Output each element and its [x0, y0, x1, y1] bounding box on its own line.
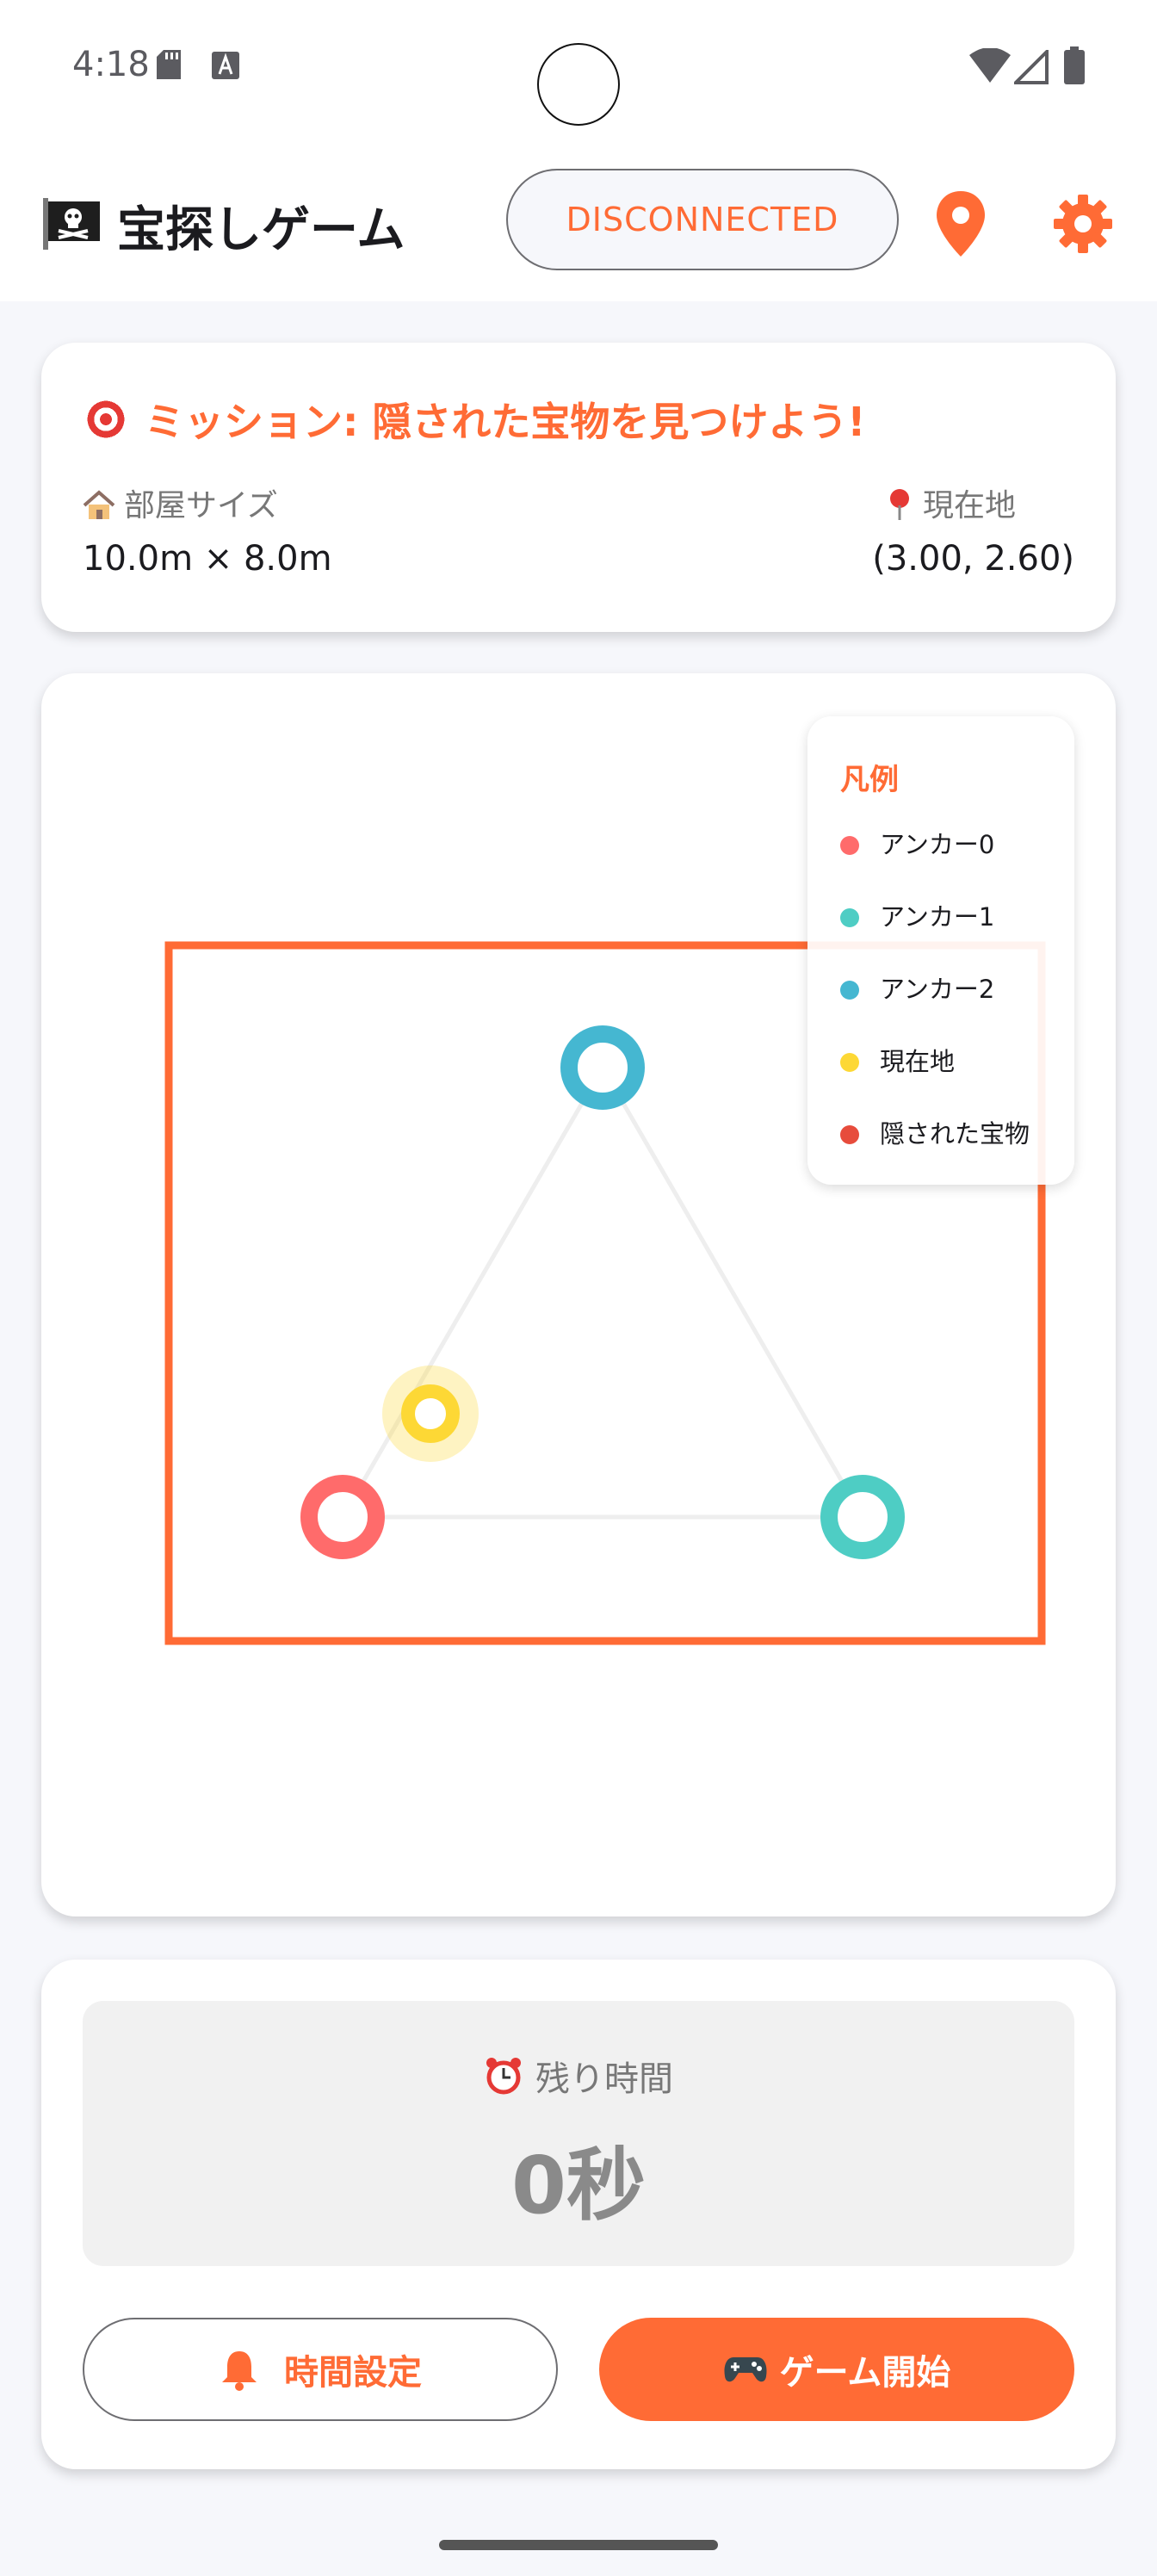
- status-bar: 4:18: [0, 0, 1157, 146]
- start-game-label: ゲーム開始: [779, 2353, 951, 2393]
- connection-status-button[interactable]: DISCONNECTED: [506, 169, 899, 270]
- legend-item-anchor-2: アンカー2: [840, 969, 994, 1006]
- anchor-0-marker: [300, 1475, 385, 1559]
- house-icon: [83, 490, 115, 519]
- legend-label: アンカー1: [880, 902, 995, 932]
- legend-label: アンカー2: [880, 975, 995, 1004]
- sd-card-icon: [157, 50, 181, 79]
- legend-dot-current-position: [840, 1053, 859, 1072]
- legend-dot-anchor-1: [840, 908, 859, 927]
- legend: 凡例 アンカー0 アンカー1 アンカー2 現在地 隠された宝物: [807, 716, 1074, 1185]
- legend-item-hidden-treasure: 隠された宝物: [840, 1114, 1030, 1150]
- location-pin-icon[interactable]: [933, 189, 988, 258]
- anchor-2-marker: [560, 1025, 645, 1110]
- target-icon: [83, 396, 129, 443]
- gamepad-icon: [724, 2357, 767, 2382]
- legend-item-anchor-0: アンカー0: [840, 825, 994, 861]
- wifi-icon: [969, 48, 1011, 83]
- mission-title: ミッション: 隠された宝物を見つけよう!: [145, 399, 866, 445]
- mission-card: ミッション: 隠された宝物を見つけよう! 部屋サイズ 10.0m × 8.0m …: [41, 343, 1116, 632]
- anchor-link-0-2: [340, 1066, 605, 1519]
- anchor-1-marker: [820, 1475, 905, 1559]
- position-label: 現在地: [922, 488, 1016, 523]
- room-map-card: 凡例 アンカー0 アンカー1 アンカー2 現在地 隠された宝物: [41, 673, 1116, 1917]
- timer-label: 残り時間: [535, 2059, 673, 2099]
- app-title: 宝探しゲーム: [117, 202, 405, 258]
- timer-card: 残り時間 0秒 時間設定 ゲーム開始: [41, 1960, 1116, 2469]
- font-download-icon: [212, 52, 239, 79]
- timer-label-row: 残り時間: [83, 2051, 1074, 2101]
- legend-dot-hidden-treasure: [840, 1125, 859, 1144]
- timer-value: 0秒: [510, 2139, 646, 2232]
- gear-icon[interactable]: [1052, 193, 1114, 255]
- position-label-row: 現在地: [887, 480, 1016, 525]
- room-size-label: 部屋サイズ: [124, 488, 278, 523]
- status-time: 4:18: [72, 45, 150, 84]
- pirate-flag-icon: [43, 198, 100, 250]
- app-bar: 宝探しゲーム DISCONNECTED: [0, 146, 1157, 301]
- room-size-value: 10.0m × 8.0m: [83, 539, 332, 579]
- legend-item-anchor-1: アンカー1: [840, 897, 994, 933]
- battery-icon: [1064, 46, 1085, 84]
- current-position-marker: [401, 1384, 460, 1443]
- legend-title: 凡例: [840, 763, 899, 797]
- legend-item-current-position: 現在地: [840, 1042, 955, 1078]
- position-value: (3.00, 2.60): [872, 539, 1074, 579]
- legend-label: 現在地: [880, 1047, 956, 1076]
- alarm-clock-icon: [486, 2058, 521, 2095]
- timer-box: 残り時間 0秒: [83, 2001, 1074, 2266]
- map-pin-icon: [889, 489, 909, 520]
- room-size-label-row: 部屋サイズ: [83, 480, 278, 525]
- bell-icon: [222, 2351, 257, 2391]
- home-indicator[interactable]: [439, 2540, 718, 2550]
- set-time-button[interactable]: 時間設定: [83, 2318, 558, 2421]
- cell-signal-icon: [1014, 50, 1049, 84]
- legend-label: 隠された宝物: [880, 1119, 1030, 1149]
- set-time-label: 時間設定: [284, 2353, 422, 2393]
- front-camera-cutout: [537, 43, 620, 126]
- mission-title-row: ミッション: 隠された宝物を見つけよう!: [83, 391, 865, 448]
- legend-label: アンカー0: [880, 830, 995, 859]
- start-game-button[interactable]: ゲーム開始: [599, 2318, 1074, 2421]
- legend-dot-anchor-0: [840, 836, 859, 855]
- legend-dot-anchor-2: [840, 981, 859, 1000]
